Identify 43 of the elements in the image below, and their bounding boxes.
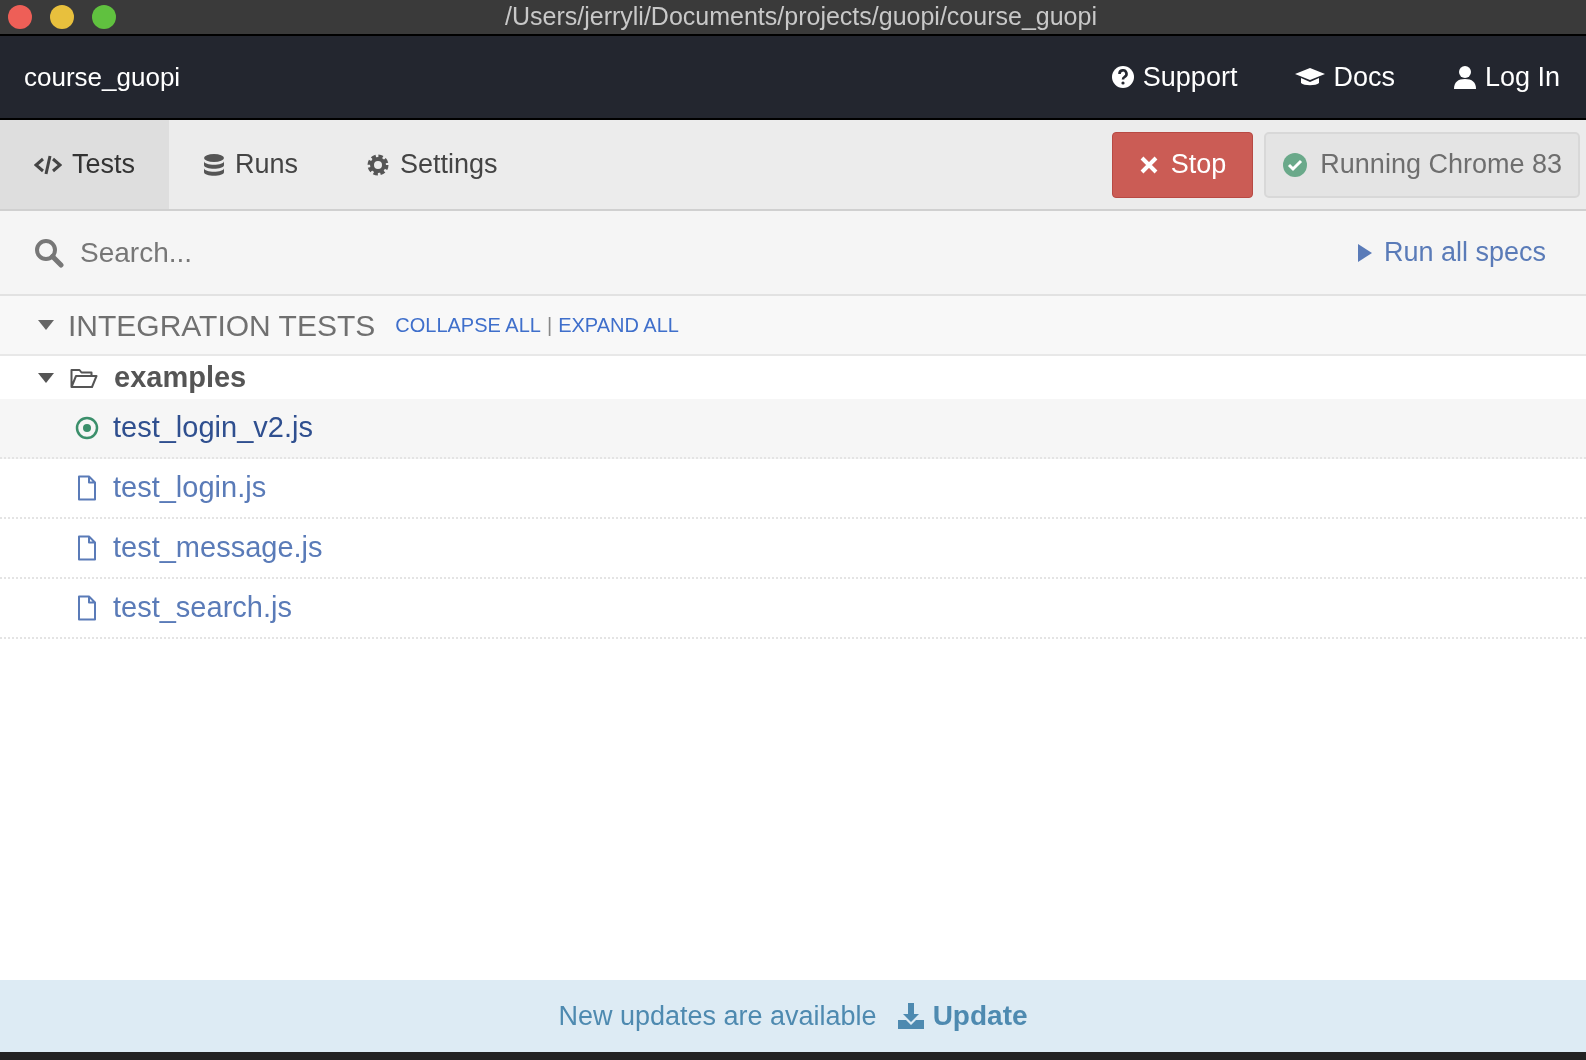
spec-file-name: test_search.js [113, 590, 292, 626]
nav-tab[interactable]: Runs [169, 120, 333, 209]
header-link[interactable]: Log In [1452, 56, 1560, 98]
update-message: New updates are available [558, 999, 877, 1033]
download-icon [896, 1002, 925, 1030]
close-window-button[interactable] [8, 5, 32, 29]
search-field[interactable]: Search... [80, 231, 680, 274]
update-button[interactable]: Update [896, 995, 1028, 1037]
user-icon [1452, 65, 1477, 89]
help-icon [1110, 65, 1135, 89]
check-circle-icon [1282, 151, 1309, 178]
file-icon [75, 475, 99, 501]
nav-tab[interactable]: Tests [0, 120, 170, 209]
stop-button[interactable]: Stop [1111, 131, 1254, 198]
minimize-window-button[interactable] [50, 5, 74, 29]
close-icon [1138, 154, 1159, 175]
spec-file-name: test_message.js [113, 530, 323, 566]
spec-file-name: test_login_v2.js [113, 410, 313, 446]
caret-icon[interactable] [38, 320, 54, 330]
caret-icon[interactable] [38, 372, 54, 383]
file-icon [75, 595, 99, 621]
run-all-specs-link[interactable]: Run all specs [1357, 232, 1546, 273]
browser-status-button[interactable]: Running Chrome 83 [1264, 131, 1580, 198]
spec-row[interactable]: test_login_v2.js [0, 399, 1586, 459]
play-icon [1357, 243, 1372, 262]
folder-name[interactable]: examples [114, 355, 247, 400]
header-link[interactable]: Docs [1295, 56, 1395, 98]
collapse-all-link[interactable]: COLLAPSE ALL [395, 310, 541, 340]
window-title: /Users/jerryli/Documents/projects/guopi/course_guopi [505, 1, 1097, 33]
header-link[interactable]: Support [1110, 56, 1238, 98]
search-icon [34, 237, 64, 268]
open-folder-icon [70, 366, 98, 389]
separator: | [546, 313, 553, 338]
expand-all-link[interactable]: EXPAND ALL [558, 310, 679, 340]
nav-tab[interactable]: Settings [332, 120, 532, 209]
file-icon [75, 535, 99, 561]
project-name: course_guopi [24, 60, 181, 94]
database-icon [203, 152, 226, 177]
zoom-window-button[interactable] [92, 5, 116, 29]
section-title: INTEGRATION TESTS [68, 307, 376, 344]
spec-file-name: test_login.js [113, 470, 267, 506]
radio-circle-icon [75, 416, 99, 440]
settings-icon [366, 152, 391, 177]
